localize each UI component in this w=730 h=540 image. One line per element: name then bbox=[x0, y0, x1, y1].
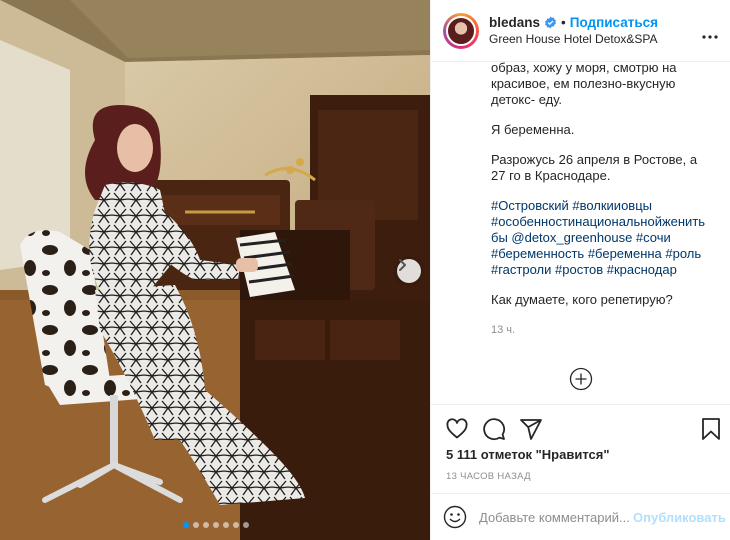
post-time[interactable]: 13 ЧАСОВ НАЗАД bbox=[446, 471, 531, 482]
hashtags: #Островский #волкииовцы #особенностинаци… bbox=[491, 198, 719, 278]
comment-button[interactable] bbox=[482, 417, 506, 444]
smiley-icon bbox=[443, 505, 467, 529]
comment-form: Опубликовать bbox=[431, 493, 730, 540]
share-button[interactable] bbox=[519, 417, 543, 444]
post-photo[interactable] bbox=[0, 0, 430, 540]
post-side-panel: bledans • Подписаться Green House Hotel … bbox=[430, 0, 730, 540]
username-link[interactable]: bledans bbox=[489, 15, 540, 31]
carousel-next-button[interactable] bbox=[397, 259, 421, 283]
action-bar bbox=[431, 404, 730, 452]
caption-line: Разрожусь 26 апреля в Ростове, а bbox=[491, 152, 698, 167]
verified-badge-icon bbox=[544, 16, 557, 29]
caption-line: образ, хожу у моря, смотрю на bbox=[491, 62, 677, 75]
bookmark-icon bbox=[702, 418, 720, 440]
caption-pregnant: Я беременна. bbox=[491, 122, 575, 137]
caption-line: детокс- еду. bbox=[491, 92, 563, 107]
heart-icon bbox=[446, 418, 468, 439]
more-options-icon[interactable] bbox=[702, 26, 718, 42]
like-button[interactable] bbox=[445, 417, 469, 444]
post-header: bledans • Подписаться Green House Hotel … bbox=[431, 0, 730, 62]
hashtag-line[interactable]: бы @detox_greenhouse #сочи bbox=[491, 230, 671, 245]
emoji-button[interactable] bbox=[443, 505, 467, 529]
carousel-dot bbox=[213, 522, 219, 528]
avatar[interactable] bbox=[443, 12, 479, 49]
hashtag-line[interactable]: #гастроли #ростов #краснодар bbox=[491, 262, 677, 277]
carousel-dot bbox=[203, 522, 209, 528]
paper-plane-icon bbox=[520, 419, 542, 440]
separator-dot: • bbox=[561, 14, 566, 30]
hashtag-line[interactable]: #особенностинациональнойженить bbox=[491, 214, 705, 229]
save-button[interactable] bbox=[701, 417, 721, 444]
photo-illustration bbox=[0, 0, 430, 540]
carousel-dot bbox=[233, 522, 239, 528]
carousel-indicators bbox=[183, 522, 249, 528]
caption-question: Как думаете, кого репетирую? bbox=[491, 292, 673, 307]
post-caption: образ, хожу у моря, смотрю на красивое, … bbox=[491, 62, 719, 404]
plus-circle-icon bbox=[569, 367, 593, 391]
publish-button[interactable]: Опубликовать bbox=[633, 510, 726, 525]
location-link[interactable]: Green House Hotel Detox&SPA bbox=[489, 31, 658, 47]
follow-button[interactable]: Подписаться bbox=[570, 15, 658, 31]
hashtag-line[interactable]: #беременность #беременна #роль bbox=[491, 246, 701, 261]
chevron-right-icon bbox=[399, 259, 406, 271]
comment-input[interactable] bbox=[479, 509, 629, 525]
likes-count[interactable]: 5 111 отметок "Нравится" bbox=[446, 447, 610, 462]
caption-line: 27 го в Краснодаре. bbox=[491, 168, 611, 183]
caption-timestamp[interactable]: 13 ч. bbox=[491, 322, 719, 338]
comment-icon bbox=[483, 418, 506, 441]
carousel-dot bbox=[223, 522, 229, 528]
load-more-comments-button[interactable] bbox=[569, 367, 593, 394]
hashtag-line[interactable]: #Островский #волкииовцы bbox=[491, 198, 652, 213]
carousel-dot bbox=[183, 522, 189, 528]
carousel-dot bbox=[243, 522, 249, 528]
caption-line: красивое, ем полезно-вкусную bbox=[491, 76, 676, 91]
carousel-dot bbox=[193, 522, 199, 528]
